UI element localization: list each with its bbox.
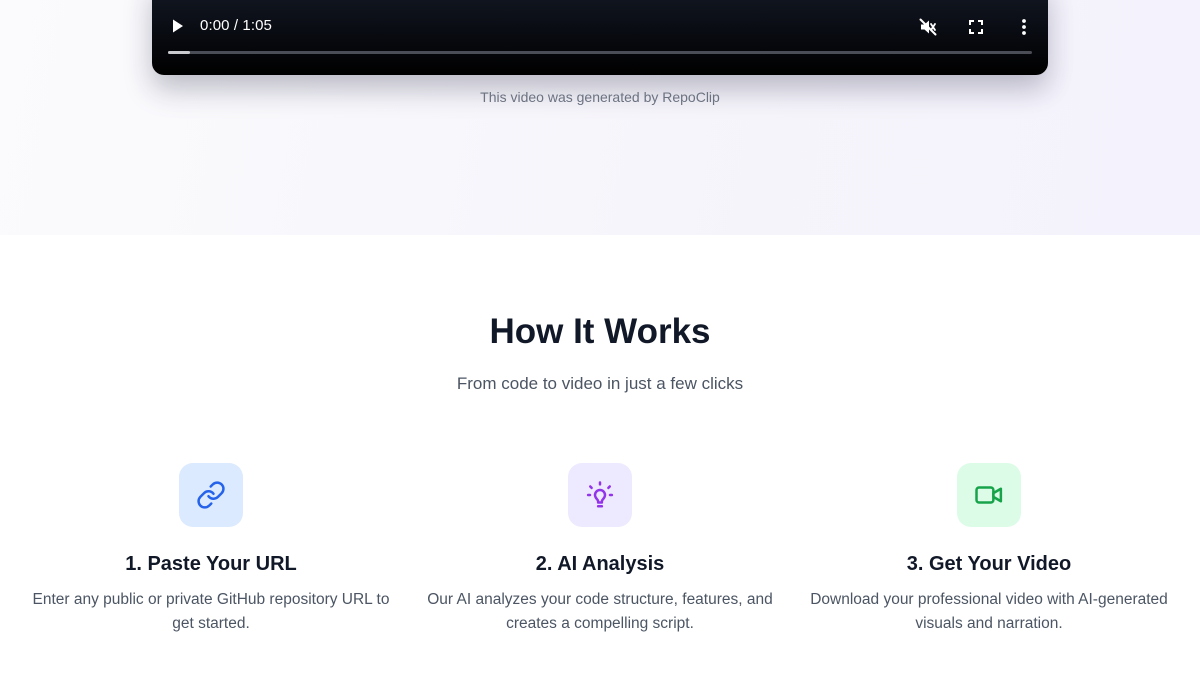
step-icon-box — [957, 463, 1021, 527]
step-card-paste-url: 1. Paste Your URL Enter any public or pr… — [21, 463, 401, 636]
step-icon-box — [179, 463, 243, 527]
step-title: 3. Get Your Video — [906, 553, 1072, 575]
play-button[interactable] — [170, 18, 186, 34]
step-description: Enter any public or private GitHub repos… — [32, 591, 390, 632]
video-caption: This video was generated by RepoClip — [480, 89, 720, 105]
step-card-get-video: 3. Get Your Video Download your professi… — [799, 463, 1179, 636]
video-camera-icon — [975, 486, 1003, 504]
lightbulb-icon — [586, 481, 614, 508]
hero-section: 0:00 / 1:05 This video was generated by … — [0, 0, 1200, 235]
fullscreen-icon — [969, 20, 983, 34]
progress-bar[interactable] — [168, 51, 1032, 54]
step-card-ai-analysis: 2. AI Analysis Our AI analyzes your code… — [410, 463, 790, 636]
step-icon-box — [568, 463, 632, 527]
more-options-button[interactable] — [1014, 17, 1034, 37]
section-subtitle: From code to video in just a few clicks — [456, 374, 744, 393]
fullscreen-button[interactable] — [966, 17, 986, 37]
step-description: Our AI analyzes your code structure, fea… — [427, 591, 773, 632]
mute-icon — [919, 18, 937, 36]
progress-fill — [168, 51, 190, 54]
link-icon — [197, 481, 225, 509]
step-title: 2. AI Analysis — [535, 553, 665, 575]
section-title: How It Works — [489, 312, 711, 351]
play-icon — [173, 19, 183, 33]
mute-button[interactable] — [918, 17, 938, 37]
step-description: Download your professional video with AI… — [810, 591, 1168, 632]
step-title: 1. Paste Your URL — [125, 553, 297, 575]
video-player[interactable]: 0:00 / 1:05 — [152, 0, 1048, 75]
time-display: 0:00 / 1:05 — [200, 17, 272, 34]
more-options-icon — [1022, 19, 1026, 35]
